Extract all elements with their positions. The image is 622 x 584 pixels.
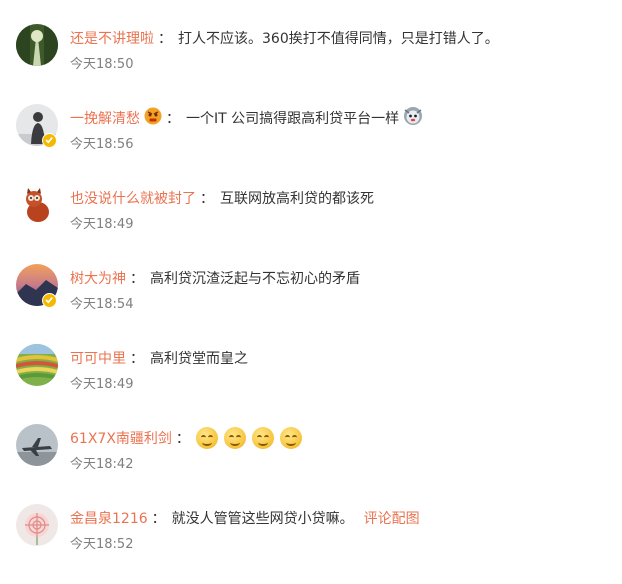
timestamp: 今天18:42 [70,457,134,472]
separator: ： [200,191,214,207]
comment-image-link[interactable]: 评论配图 [364,508,420,528]
separator: ： [130,271,144,287]
comment-item: 也没说什么就被封了 ： 互联网放高利贷的都该死 今天18:49 [0,184,622,264]
comment-item: 一挽解清愁 ： 一个IT 公司搞得跟高利贷平台一样 今天18:56 [0,104,622,184]
timestamp: 今天18:49 [70,217,134,232]
comment-item: 还是不讲理啦 ： 打人不应该。360挨打不值得同情，只是打错人了。 今天18:5… [0,24,622,104]
cat-face-emoji-icon [403,106,423,130]
timestamp: 今天18:56 [70,137,134,152]
comment-item: 金昌泉1216 ： 就没人管管这些网贷小贷嘛。 评论配图 今天18:52 [0,504,622,584]
separator: ： [130,351,144,367]
username-link[interactable]: 61X7X南疆利剑 [70,428,172,448]
username-link[interactable]: 金昌泉1216 [70,508,148,528]
separator: ： [175,431,190,447]
comment-item: 树大为神 ： 高利贷沉渣泛起与不忘初心的矛盾 今天18:54 [0,264,622,344]
comment-item: 可可中里 ： 高利贷堂而皇之 今天18:49 [0,344,622,424]
smile-emoji-icon [251,427,274,449]
comment-text: 打人不应该。360挨打不值得同情，只是打错人了。 [178,31,499,47]
smile-emoji-icon [279,427,302,449]
timestamp: 今天18:52 [70,537,134,552]
username-link[interactable]: 还是不讲理啦 [70,28,154,48]
timestamp: 今天18:50 [70,57,134,72]
separator: ： [158,31,172,47]
avatar[interactable] [16,344,58,386]
smile-emoji-icon [223,427,246,449]
username-link[interactable]: 一挽解清愁 [70,108,140,128]
comment-item: 61X7X南疆利剑 ： 今天18:42 [0,424,622,504]
comment-text: 一个IT 公司搞得跟高利贷平台一样 [186,111,400,127]
timestamp: 今天18:49 [70,377,134,392]
username-link[interactable]: 也没说什么就被封了 [70,188,196,208]
username-link[interactable]: 可可中里 [70,348,126,368]
separator: ： [166,111,180,127]
avatar[interactable] [16,184,58,226]
timestamp: 今天18:54 [70,297,134,312]
comment-text: 高利贷堂而皇之 [150,351,248,367]
avatar[interactable] [16,24,58,66]
avatar[interactable] [16,504,58,546]
comment-text: 互联网放高利贷的都该死 [220,191,374,207]
avatar[interactable] [16,424,58,466]
smile-emoji-icon [195,427,218,449]
angry-face-emoji-icon [144,107,162,129]
username-link[interactable]: 树大为神 [70,268,126,288]
comment-text: 高利贷沉渣泛起与不忘初心的矛盾 [150,271,360,287]
verified-badge-icon [42,293,57,308]
comment-list: 还是不讲理啦 ： 打人不应该。360挨打不值得同情，只是打错人了。 今天18:5… [0,0,622,563]
verified-badge-icon [42,133,57,148]
separator: ： [151,511,166,527]
comment-text: 就没人管管这些网贷小贷嘛。 [171,511,354,527]
